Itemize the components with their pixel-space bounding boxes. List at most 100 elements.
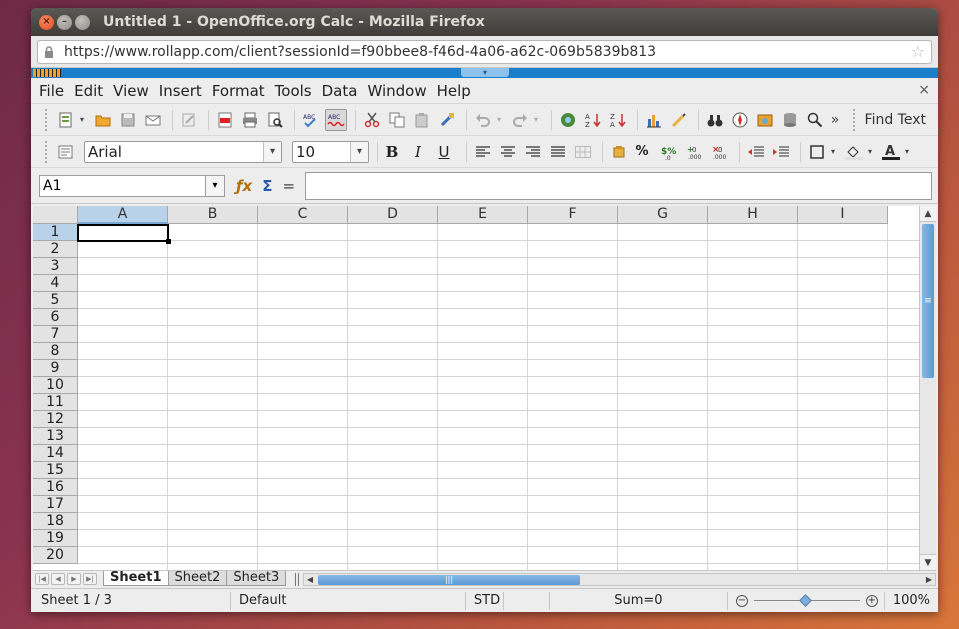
row-header[interactable]: 18 xyxy=(33,513,78,530)
first-sheet-icon[interactable]: |◀ xyxy=(35,572,49,585)
gallery-icon[interactable] xyxy=(754,109,776,131)
zoom-magnifier-icon[interactable] xyxy=(804,109,826,131)
scroll-down-icon[interactable]: ▼ xyxy=(920,554,936,570)
chevron-down-icon[interactable]: ▾ xyxy=(831,147,839,156)
menu-insert[interactable]: Insert xyxy=(154,82,207,100)
horizontal-scroll-thumb[interactable]: ||| xyxy=(318,575,580,585)
row-header[interactable]: 6 xyxy=(33,309,78,326)
function-equals-icon[interactable]: = xyxy=(282,177,295,195)
sum-display[interactable]: Sum=0 xyxy=(550,591,728,610)
page-style[interactable]: Default xyxy=(231,591,466,610)
menu-window[interactable]: Window xyxy=(362,82,431,100)
sort-descending-icon[interactable]: ZA xyxy=(607,109,629,131)
chevron-down-icon[interactable]: ▾ xyxy=(205,174,225,197)
row-header[interactable]: 8 xyxy=(33,343,78,360)
background-color-icon[interactable] xyxy=(843,141,865,163)
font-color-icon[interactable]: A xyxy=(880,141,902,163)
menu-tools[interactable]: Tools xyxy=(270,82,317,100)
select-all-corner[interactable] xyxy=(33,206,78,224)
chevron-down-icon[interactable]: ▾ xyxy=(350,141,368,162)
chevron-down-icon[interactable]: ▾ xyxy=(868,147,876,156)
row-header[interactable]: 12 xyxy=(33,411,78,428)
sheet-tab-sheet3[interactable]: Sheet3 xyxy=(226,571,287,586)
chevron-down-icon[interactable]: ▾ xyxy=(80,115,88,124)
undo-icon[interactable] xyxy=(472,109,494,131)
data-sources-icon[interactable] xyxy=(779,109,801,131)
row-header[interactable]: 5 xyxy=(33,292,78,309)
hyperlink-icon[interactable] xyxy=(557,109,579,131)
row-header[interactable]: 7 xyxy=(33,326,78,343)
redo-icon[interactable] xyxy=(509,109,531,131)
row-header[interactable]: 9 xyxy=(33,360,78,377)
bold-button[interactable]: B xyxy=(383,143,401,161)
print-preview-icon[interactable] xyxy=(264,109,286,131)
italic-button[interactable]: I xyxy=(409,143,427,161)
add-decimal-icon[interactable]: +0.000 xyxy=(684,141,706,163)
horizontal-scrollbar[interactable]: ◀ ||| ▶ xyxy=(303,573,936,586)
scroll-up-icon[interactable]: ▲ xyxy=(920,206,936,222)
window-close-button[interactable]: × xyxy=(39,14,54,30)
column-header[interactable]: C xyxy=(258,206,348,224)
toolbar-grip[interactable] xyxy=(45,140,49,163)
vertical-scrollbar[interactable]: ▲ ≡ ▼ xyxy=(919,206,936,570)
font-size-select[interactable]: 10 ▾ xyxy=(292,140,369,163)
vertical-scroll-thumb[interactable]: ≡ xyxy=(922,224,934,378)
menu-help[interactable]: Help xyxy=(432,82,476,100)
star-icon[interactable]: ☆ xyxy=(911,42,925,61)
chevron-down-icon[interactable]: ▾ xyxy=(263,141,281,162)
column-header[interactable]: B xyxy=(168,206,258,224)
zoom-out-icon[interactable]: − xyxy=(735,594,748,607)
spellcheck-icon[interactable]: ABC xyxy=(300,109,322,131)
toolbar-grip[interactable] xyxy=(45,108,49,131)
spreadsheet-grid[interactable]: A B C D E F G H I 1 2 3 4 5 6 7 8 9 10 1… xyxy=(33,206,936,570)
copy-icon[interactable] xyxy=(386,109,408,131)
zoom-in-icon[interactable]: + xyxy=(865,594,878,607)
menu-edit[interactable]: Edit xyxy=(69,82,108,100)
column-header[interactable]: D xyxy=(348,206,438,224)
row-header[interactable]: 2 xyxy=(33,241,78,258)
scroll-left-icon[interactable]: ◀ xyxy=(304,574,316,585)
chart-icon[interactable] xyxy=(643,109,665,131)
justify-icon[interactable] xyxy=(547,141,569,163)
close-document-icon[interactable]: × xyxy=(918,82,930,98)
sum-icon[interactable]: Σ xyxy=(262,177,272,195)
find-binoculars-icon[interactable] xyxy=(704,109,726,131)
row-header[interactable]: 4 xyxy=(33,275,78,292)
export-pdf-icon[interactable] xyxy=(214,109,236,131)
function-wizard-icon[interactable]: ƒx xyxy=(236,177,252,195)
menu-data[interactable]: Data xyxy=(317,82,363,100)
number-format-icon[interactable]: $% .0 xyxy=(659,141,681,163)
currency-format-icon[interactable] xyxy=(608,141,630,163)
selection-mode[interactable]: STD xyxy=(466,591,504,610)
row-header[interactable]: 16 xyxy=(33,479,78,496)
rollapp-logo-icon[interactable] xyxy=(33,69,61,77)
paste-icon[interactable] xyxy=(411,109,433,131)
last-sheet-icon[interactable]: ▶| xyxy=(83,572,97,585)
url-text[interactable]: https://www.rollapp.com/client?sessionId… xyxy=(64,44,911,60)
row-header[interactable]: 1 xyxy=(33,224,78,241)
row-header[interactable]: 20 xyxy=(33,547,78,564)
column-header[interactable]: I xyxy=(798,206,888,224)
tab-split-handle[interactable] xyxy=(295,573,299,586)
zoom-knob[interactable] xyxy=(798,594,812,607)
zoom-track[interactable] xyxy=(753,594,860,607)
row-header[interactable]: 3 xyxy=(33,258,78,275)
sheet-tab-sheet2[interactable]: Sheet2 xyxy=(167,571,228,586)
draw-functions-icon[interactable] xyxy=(668,109,690,131)
styles-formatting-icon[interactable] xyxy=(55,141,77,163)
window-minimize-button[interactable]: – xyxy=(57,14,72,30)
align-left-icon[interactable] xyxy=(472,141,494,163)
zoom-percentage[interactable]: 100% xyxy=(883,591,938,610)
scroll-right-icon[interactable]: ▶ xyxy=(923,574,935,585)
name-box[interactable]: A1 ▾ xyxy=(39,174,225,197)
prev-sheet-icon[interactable]: ◀ xyxy=(51,572,65,585)
chevron-down-icon[interactable]: ▾ xyxy=(497,115,505,124)
print-icon[interactable] xyxy=(239,109,261,131)
edit-file-icon[interactable] xyxy=(178,109,200,131)
format-paintbrush-icon[interactable] xyxy=(436,109,458,131)
toolbar-overflow-icon[interactable]: » xyxy=(829,109,841,131)
next-sheet-icon[interactable]: ▶ xyxy=(67,572,81,585)
new-document-icon[interactable] xyxy=(55,109,77,131)
cell-area[interactable] xyxy=(78,224,919,570)
formula-input[interactable] xyxy=(305,171,932,200)
